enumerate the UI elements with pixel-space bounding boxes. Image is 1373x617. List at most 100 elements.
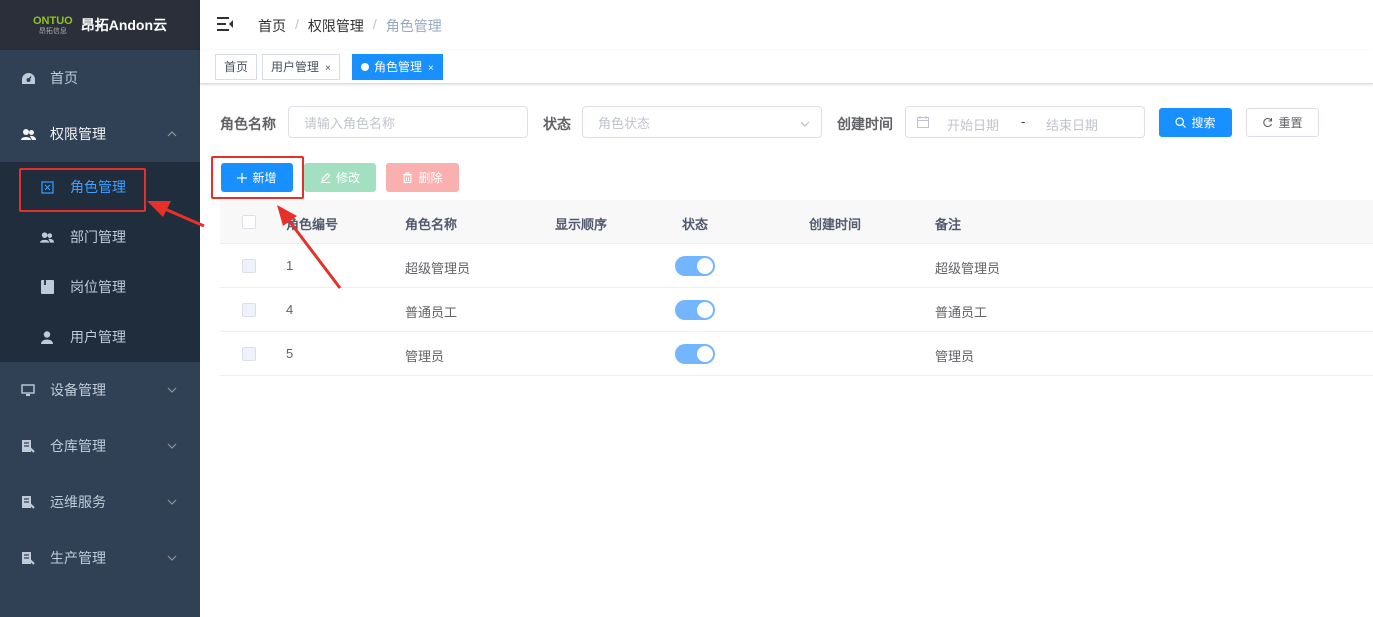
search-button[interactable]: 搜索	[1159, 108, 1232, 137]
highlight-box-add	[211, 156, 304, 199]
menu-item-maintenance[interactable]: 运维服务	[0, 474, 200, 530]
menu-item-permissions[interactable]: 权限管理	[0, 106, 200, 162]
edit-button-label: 修改	[335, 171, 360, 185]
role-name-input[interactable]: 请输入角色名称	[288, 106, 528, 138]
tags-view: 首页 用户管理 × 角色管理 ×	[200, 50, 1373, 84]
menu-item-label: 权限管理	[50, 126, 106, 142]
edit-icon	[320, 172, 331, 183]
tag-home[interactable]: 首页	[215, 54, 258, 80]
menu-item-label: 生产管理	[50, 550, 106, 566]
calendar-icon	[917, 116, 929, 128]
start-date-placeholder: 开始日期	[947, 118, 1000, 133]
role-id: 1	[286, 258, 294, 273]
menu-item-warehouse[interactable]: 仓库管理	[0, 418, 200, 474]
peoples-icon	[40, 230, 54, 244]
document-icon	[20, 438, 36, 454]
tag-label: 角色管理	[374, 60, 423, 74]
menu-item-devices[interactable]: 设备管理	[0, 362, 200, 418]
role-name-placeholder: 请输入角色名称	[304, 115, 396, 131]
tag-users[interactable]: 用户管理 ×	[262, 54, 340, 80]
table-row[interactable]: 4 普通员工 普通员工	[220, 288, 1373, 332]
logo-mark: ONTUO 昂拓信息	[32, 14, 73, 35]
table-row[interactable]: 5 管理员 管理员	[220, 332, 1373, 376]
edit-button[interactable]: 修改	[304, 163, 376, 192]
status-switch[interactable]	[675, 256, 715, 276]
table-row[interactable]: 1 超级管理员 超级管理员	[220, 244, 1373, 288]
status-select[interactable]: 角色状态	[582, 106, 822, 138]
user-icon	[40, 330, 54, 344]
role-name: 超级管理员	[405, 261, 471, 276]
sidebar-item-users[interactable]: 用户管理	[0, 312, 200, 362]
breadcrumb-home[interactable]: 首页	[258, 16, 286, 36]
tag-label: 首页	[224, 60, 249, 74]
search-button-label: 搜索	[1191, 116, 1216, 130]
delete-button[interactable]: 删除	[386, 163, 459, 192]
column-header[interactable]: 角色名称	[405, 214, 457, 233]
sidebar-item-posts[interactable]: 岗位管理	[0, 262, 200, 312]
breadcrumb-current: 角色管理	[385, 18, 442, 34]
reset-button[interactable]: 重置	[1246, 108, 1319, 137]
chevron-down-icon	[800, 121, 810, 127]
chevron-down-icon	[167, 443, 177, 449]
chevron-down-icon	[167, 555, 177, 561]
delete-button-label: 删除	[418, 171, 443, 185]
row-checkbox[interactable]	[242, 303, 256, 317]
chevron-down-icon	[167, 387, 177, 393]
column-header[interactable]: 备注	[935, 214, 961, 233]
logo-sub: 昂拓信息	[38, 27, 67, 35]
menu-item-home[interactable]: 首页	[0, 50, 200, 106]
active-dot	[361, 63, 369, 71]
role-remark: 管理员	[935, 349, 975, 364]
column-header[interactable]: 创建时间	[809, 214, 861, 233]
sub-item-label: 用户管理	[70, 329, 126, 345]
role-name: 管理员	[405, 349, 445, 364]
menu-item-label: 首页	[50, 70, 78, 86]
role-remark: 普通员工	[935, 305, 988, 320]
close-icon[interactable]: ×	[325, 63, 331, 74]
document-icon	[20, 494, 36, 510]
dashboard-icon	[20, 70, 36, 86]
menu-item-label: 仓库管理	[50, 438, 106, 454]
role-name: 普通员工	[405, 305, 458, 320]
hamburger-icon[interactable]	[217, 17, 233, 31]
status-switch[interactable]	[675, 300, 715, 320]
highlight-box-roles	[19, 168, 146, 212]
role-id: 5	[286, 346, 294, 361]
sub-item-label: 岗位管理	[70, 279, 126, 295]
users-icon	[20, 126, 36, 142]
app-title: 昂拓Andon云	[80, 17, 168, 33]
date-range-picker[interactable]: 开始日期 - 结束日期	[905, 106, 1145, 138]
close-icon[interactable]: ×	[428, 63, 434, 74]
column-header[interactable]: 显示顺序	[555, 214, 607, 233]
tag-label: 用户管理	[271, 60, 320, 74]
logo-brand: ONTUO	[32, 14, 73, 27]
table-header: 角色编号 角色名称 显示顺序 状态 创建时间 备注	[220, 200, 1373, 244]
column-header[interactable]: 状态	[682, 214, 708, 233]
role-remark: 超级管理员	[935, 261, 1001, 276]
range-separator: -	[1021, 114, 1026, 129]
role-id: 4	[286, 302, 294, 317]
chevron-up-icon	[167, 131, 177, 137]
menu-item-label: 运维服务	[50, 494, 106, 510]
logo[interactable]: ONTUO 昂拓信息 昂拓Andon云	[0, 0, 200, 50]
post-icon	[40, 280, 54, 294]
menu-item-production[interactable]: 生产管理	[0, 530, 200, 586]
menu-item-label: 设备管理	[50, 382, 106, 398]
reset-button-label: 重置	[1278, 116, 1303, 130]
status-placeholder: 角色状态	[598, 115, 651, 131]
breadcrumb-separator: /	[372, 16, 377, 32]
monitor-icon	[20, 382, 36, 398]
column-header[interactable]: 角色编号	[286, 214, 338, 233]
chevron-down-icon	[167, 499, 177, 505]
row-checkbox[interactable]	[242, 347, 256, 361]
document-icon	[20, 550, 36, 566]
end-date-placeholder: 结束日期	[1046, 118, 1099, 133]
sidebar-item-departments[interactable]: 部门管理	[0, 212, 200, 262]
row-checkbox[interactable]	[242, 259, 256, 273]
breadcrumb-permissions[interactable]: 权限管理	[308, 16, 364, 36]
breadcrumb: 首页 / 权限管理 / 角色管理	[258, 16, 442, 36]
status-switch[interactable]	[675, 344, 715, 364]
select-all-checkbox[interactable]	[242, 215, 256, 229]
tag-roles[interactable]: 角色管理 ×	[352, 54, 443, 80]
sub-item-label: 部门管理	[70, 229, 126, 245]
